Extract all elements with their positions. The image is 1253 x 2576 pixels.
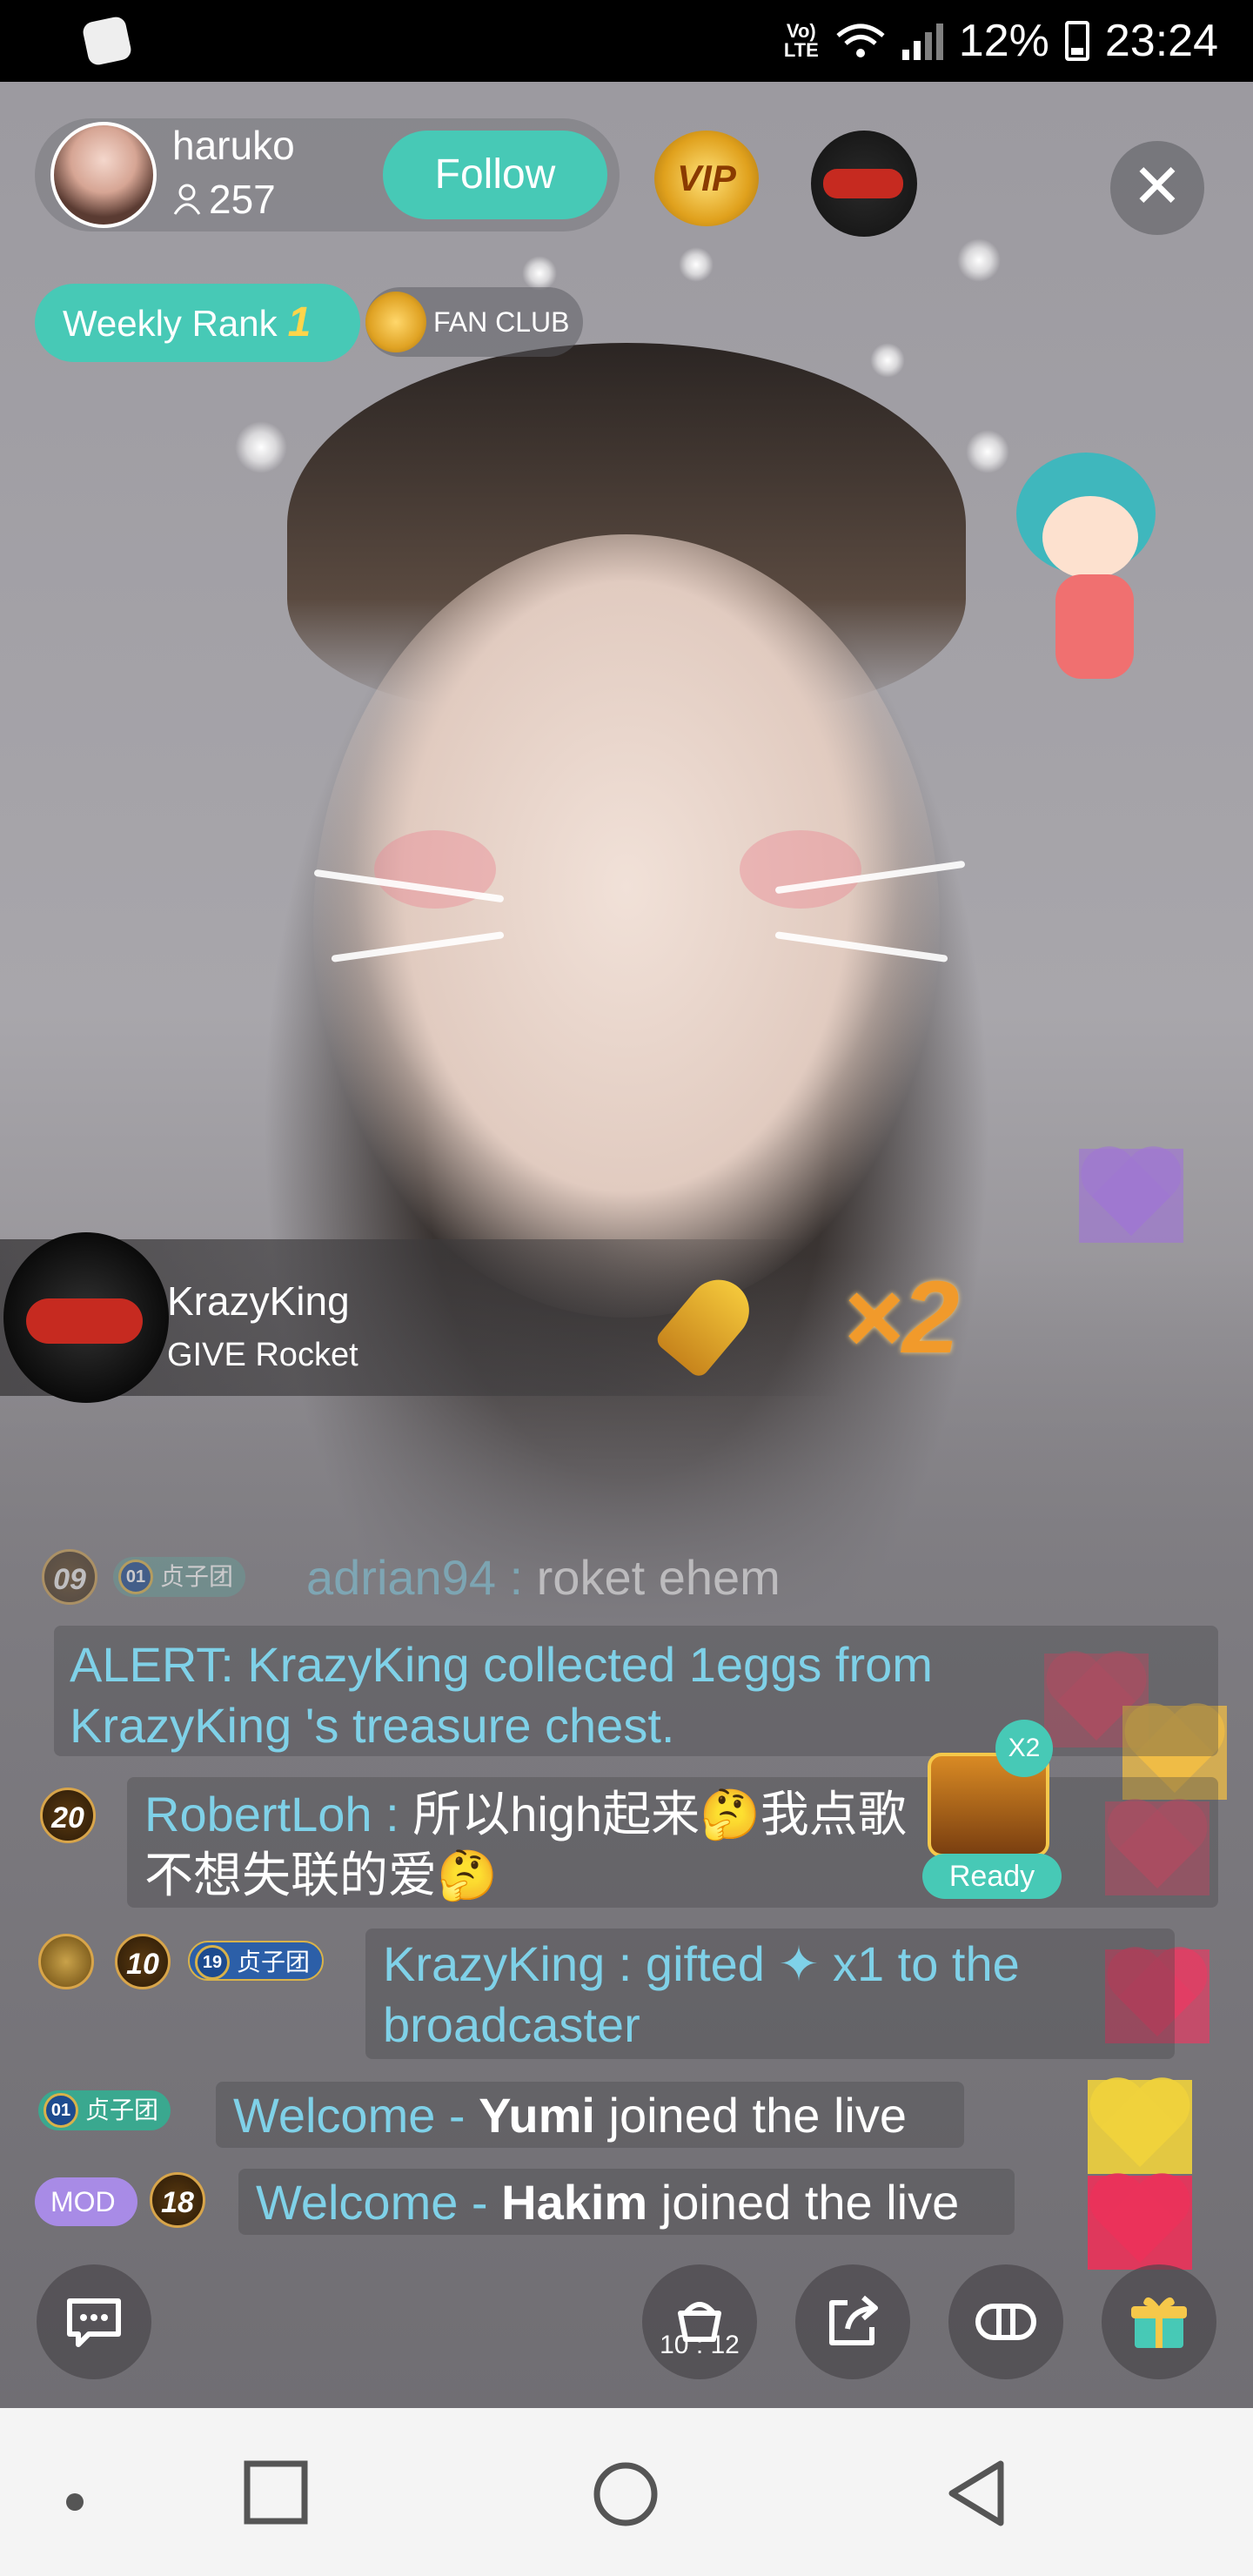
host-name: haruko (172, 123, 295, 168)
status-bar: Vo) LTE 12% 23:24 (0, 0, 1253, 82)
battery-icon (1064, 21, 1089, 61)
recents-icon[interactable] (244, 2460, 308, 2525)
status-indicators: Vo) LTE 12% 23:24 (784, 12, 1218, 70)
battery-percent: 12% (958, 16, 1049, 66)
chat-message: Welcome - Hakim joined the live (256, 2175, 960, 2230)
sparkle (522, 256, 557, 291)
chat-icon (67, 2298, 121, 2347)
volte-icon: Vo) LTE (783, 20, 819, 61)
treasure-count-badge: X2 (995, 1720, 1053, 1777)
user-level-badge: 10 (115, 1934, 171, 1989)
user-level-badge: 20 (40, 1788, 96, 1843)
close-icon[interactable]: ✕ (1110, 141, 1204, 235)
follow-button[interactable]: Follow (383, 131, 607, 219)
heart-icon (1088, 2080, 1192, 2174)
weekly-rank-badge[interactable]: Weekly Rank 1 (35, 284, 360, 362)
system-nav-bar (0, 2408, 1253, 2576)
vip-badge[interactable]: VIP (654, 131, 759, 226)
rocket-icon: ✦ (764, 1936, 820, 1991)
sparkle (870, 343, 905, 378)
share-icon (829, 2295, 878, 2345)
game-icon (975, 2304, 1036, 2340)
share-button[interactable] (795, 2264, 910, 2379)
weekly-rank-value: 1 (287, 299, 312, 345)
fan-club-label: FAN CLUB (433, 305, 570, 338)
viewer-count: 257 (172, 176, 276, 223)
medal-icon (365, 292, 426, 352)
mod-badge: MOD (35, 2177, 137, 2226)
person-icon (173, 184, 201, 215)
gift-action-text: GIVE Rocket (167, 1337, 358, 1373)
viewer-count-value: 257 (209, 177, 276, 222)
anime-sticker (973, 435, 1234, 714)
gift-multiplier: ×2 (842, 1260, 960, 1375)
sparkle (957, 238, 1001, 282)
car-icon (26, 1298, 143, 1344)
fan-club-tag: 01 贞子团 (38, 2090, 171, 2130)
heart-icon (1079, 1149, 1183, 1243)
home-icon[interactable] (592, 2460, 660, 2528)
rank-medal-icon (38, 1934, 94, 1989)
fan-club-badge[interactable]: FAN CLUB (365, 287, 584, 357)
user-level-badge: 09 (42, 1549, 97, 1605)
timer-text: 10 : 12 (660, 2331, 740, 2359)
top-gifter-avatar[interactable] (811, 131, 917, 237)
rocket-icon (646, 1241, 776, 1380)
chat-message: adrian94 : roket ehem (306, 1550, 781, 1605)
timer-button[interactable] (642, 2264, 757, 2379)
host-avatar[interactable] (50, 122, 157, 228)
signal-icon (901, 22, 943, 60)
treasure-ready-button[interactable]: Ready (922, 1854, 1062, 1899)
game-button[interactable] (948, 2264, 1063, 2379)
alert-message: ALERT: KrazyKing collected 1eggs from Kr… (70, 1637, 933, 1753)
gift-button[interactable] (1102, 2264, 1216, 2379)
sparkle (679, 247, 714, 282)
car-icon (823, 169, 903, 198)
chat-message: RobertLoh : 所以high起来🤔我点歌 不想失联的爱🤔 (144, 1787, 907, 1902)
clock: 23:24 (1104, 16, 1218, 66)
gift-sender-avatar[interactable] (3, 1232, 169, 1403)
fan-club-tag: 01 贞子团 (113, 1557, 246, 1597)
fan-club-tag: 19 贞子团 (188, 1941, 325, 1981)
weekly-rank-label: Weekly Rank (63, 303, 278, 344)
user-level-badge: 18 (150, 2172, 205, 2228)
app-notification-icon (81, 15, 133, 67)
wifi-icon (836, 23, 885, 57)
gift-icon (1131, 2297, 1187, 2348)
chat-button[interactable] (37, 2264, 151, 2379)
chat-message: KrazyKing : gifted ✦ x1 to the broadcast… (383, 1936, 1020, 2052)
cheek-filter (740, 830, 861, 909)
chat-message: Welcome - Yumi joined the live (233, 2088, 907, 2143)
gift-sender-name: KrazyKing (167, 1278, 350, 1324)
sparkle (235, 421, 287, 473)
dot-icon (66, 2493, 84, 2511)
back-icon[interactable] (945, 2459, 1008, 2528)
video-face (313, 534, 940, 1318)
heart-icon (1088, 2176, 1192, 2270)
